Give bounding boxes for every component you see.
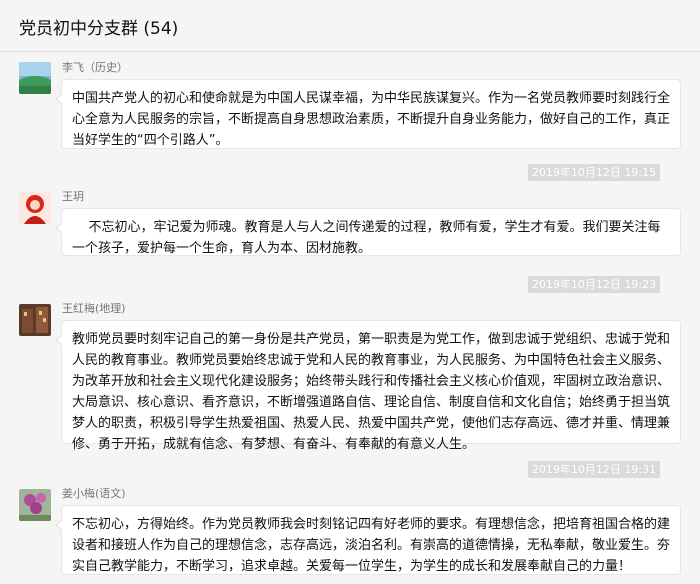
sender-name: 姜小梅(语文): [62, 487, 126, 500]
chat-header: 党员初中分支群 (54): [0, 0, 700, 52]
timestamp: 2019年10月12日 19:15: [528, 164, 660, 181]
message-text: 不忘初心，方得始终。作为党员教师我会时刻铭记四有好老师的要求。有理想信念，把培育…: [72, 517, 671, 574]
message-text: 教师党员要时刻牢记自己的第一身份是共产党员，第一职责是为党工作，做到忠诚于党组织…: [72, 332, 671, 452]
red-figure-avatar[interactable]: [19, 192, 51, 224]
scrollbar[interactable]: [694, 52, 700, 584]
message-text: 不忘初心，牢记爱为师魂。教育是人与人之间传递爱的过程，教师有爱，学生才有爱。我们…: [72, 220, 661, 256]
timestamp: 2019年10月12日 19:31: [528, 461, 660, 478]
flower-avatar[interactable]: [19, 489, 51, 521]
sender-name: 王玥: [62, 190, 84, 203]
message-text: 中国共产党人的初心和使命就是为中国人民谋幸福，为中华民族谋复兴。作为一名党员教师…: [72, 91, 671, 148]
group-title: 党员初中分支群 (54): [19, 19, 179, 39]
message-bubble[interactable]: 不忘初心，牢记爱为师魂。教育是人与人之间传递爱的过程，教师有爱，学生才有爱。我们…: [55, 208, 681, 256]
timestamp: 2019年10月12日 19:23: [528, 276, 660, 293]
sender-name: 李飞（历史）: [62, 61, 128, 74]
message-bubble[interactable]: 中国共产党人的初心和使命就是为中国人民谋幸福，为中华民族谋复兴。作为一名党员教师…: [55, 79, 681, 149]
building-avatar[interactable]: [19, 304, 51, 336]
landscape-avatar[interactable]: [19, 62, 51, 94]
message-bubble[interactable]: 教师党员要时刻牢记自己的第一身份是共产党员，第一职责是为党工作，做到忠诚于党组织…: [55, 320, 681, 452]
sender-name: 王红梅(地理): [62, 302, 126, 315]
message-list[interactable]: 李飞（历史） 中国共产党人的初心和使命就是为中国人民谋幸福，为中华民族谋复兴。作…: [0, 52, 700, 584]
message-bubble[interactable]: 不忘初心，方得始终。作为党员教师我会时刻铭记四有好老师的要求。有理想信念，把培育…: [55, 505, 681, 575]
